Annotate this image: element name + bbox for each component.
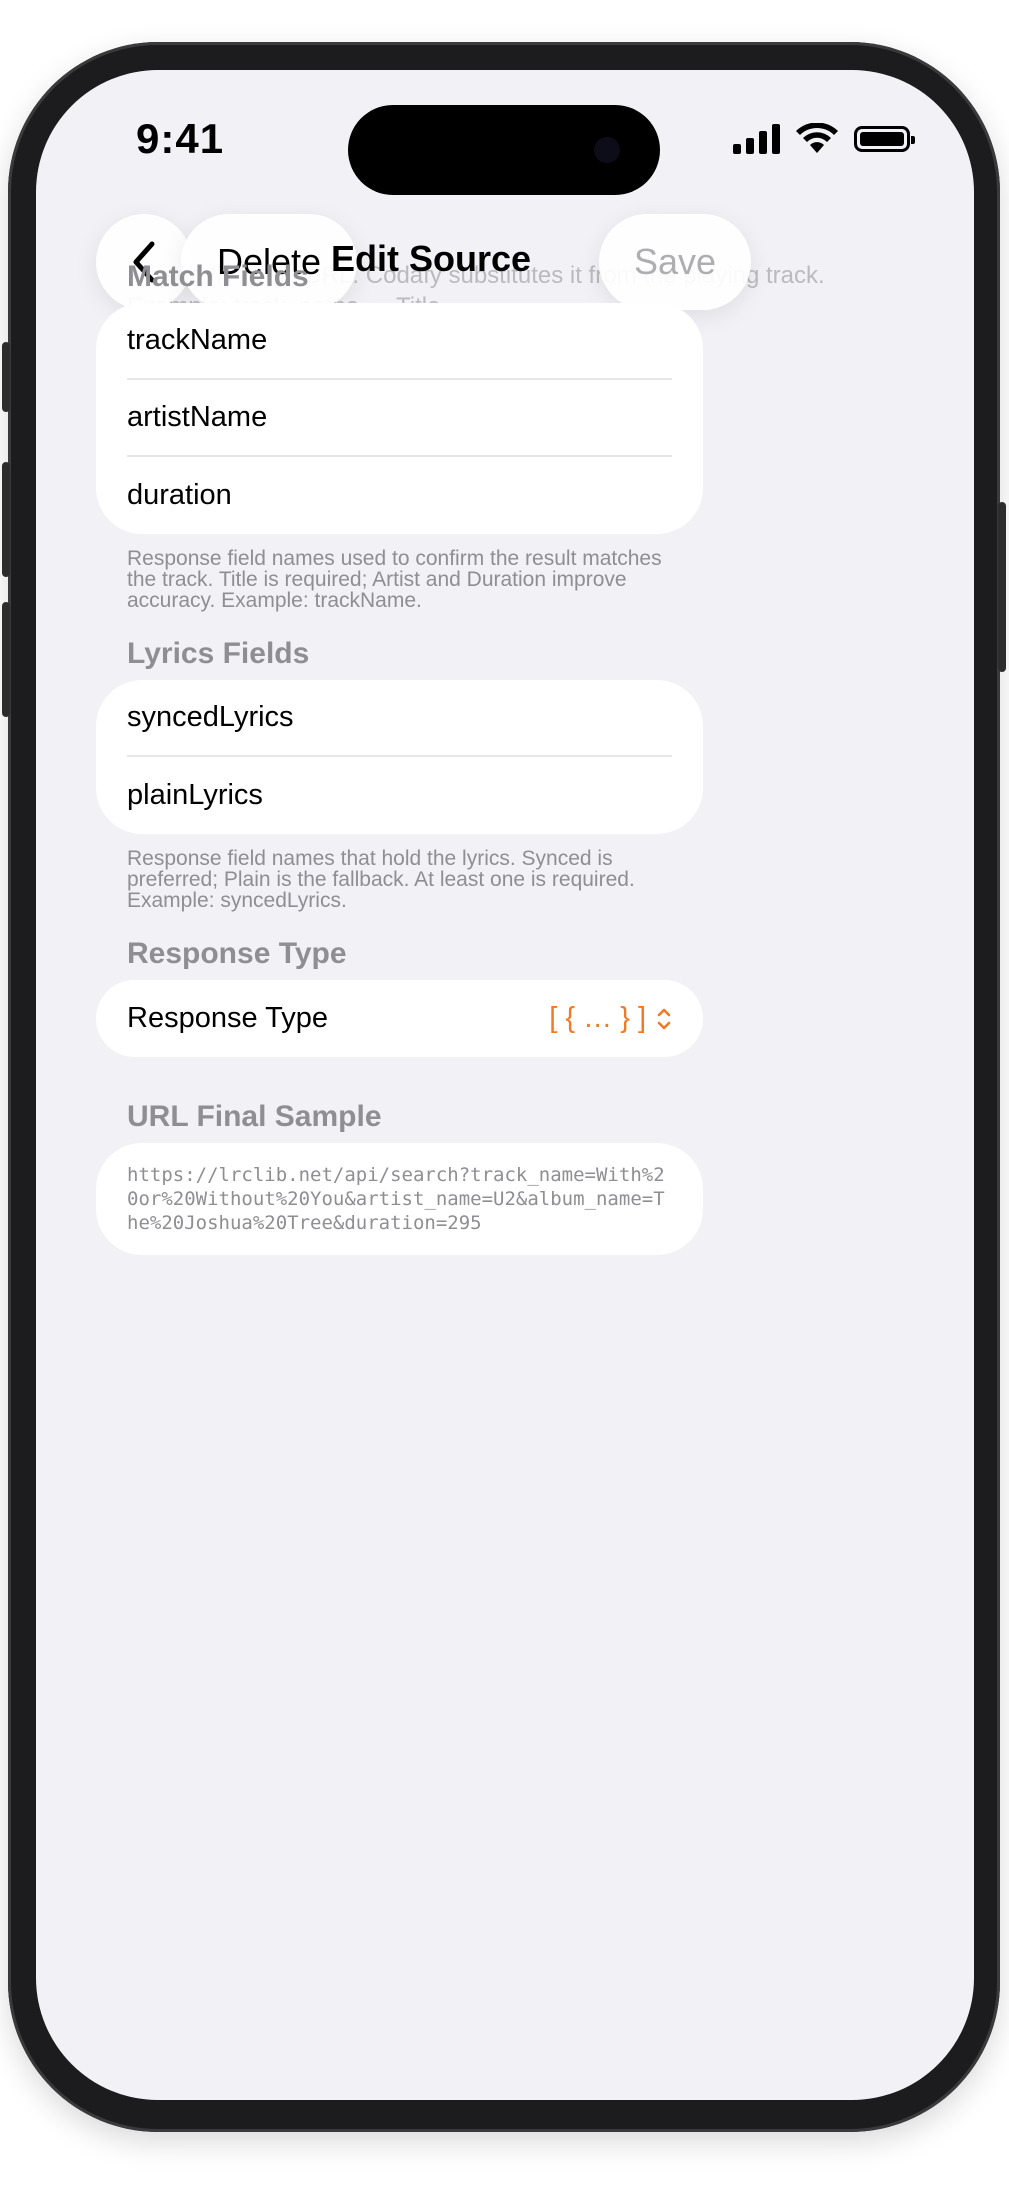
page-title: Edit Source — [331, 238, 532, 279]
cellular-signal-icon — [733, 124, 780, 154]
response-type-picker[interactable]: [ { … } ] — [549, 1002, 672, 1035]
lyrics-fields-footnote: Response field names that hold the lyric… — [127, 847, 635, 912]
lyrics-fields-card: syncedLyrics plainLyrics — [96, 680, 703, 834]
volume-down-button — [2, 602, 10, 717]
lyrics-field-synced[interactable]: syncedLyrics — [127, 680, 672, 757]
response-type-label: Response Type — [127, 1002, 328, 1034]
dynamic-island — [348, 105, 660, 195]
wifi-icon — [796, 123, 838, 153]
url-sample-card: https://lrclib.net/api/search?track_name… — [96, 1143, 703, 1255]
match-field-track-name[interactable]: trackName — [127, 303, 672, 380]
match-fields-footnote: Response field names used to confirm the… — [127, 547, 662, 612]
url-sample-header: URL Final Sample — [127, 1100, 382, 1133]
volume-up-button — [2, 462, 10, 577]
match-field-duration[interactable]: duration — [127, 457, 672, 534]
response-type-header: Response Type — [127, 937, 347, 970]
power-button — [998, 502, 1006, 672]
lyrics-field-plain[interactable]: plainLyrics — [127, 757, 672, 834]
chevron-up-down-icon — [657, 1008, 671, 1029]
response-type-row[interactable]: Response Type [ { … } ] — [127, 980, 672, 1057]
battery-icon — [854, 126, 915, 152]
match-fields-header: Match Fields — [127, 260, 309, 293]
url-sample-text: https://lrclib.net/api/search?track_name… — [127, 1164, 665, 1234]
response-type-card: Response Type [ { … } ] — [96, 980, 703, 1057]
response-type-value: [ { … } ] — [549, 1002, 646, 1034]
action-button — [2, 342, 10, 412]
match-fields-card: trackName artistName duration — [96, 303, 703, 534]
status-time: 9:41 — [136, 115, 225, 162]
status-icons — [733, 123, 915, 155]
screen: 9:41 …used fill in the URL. Codafy subst… — [36, 70, 974, 2100]
save-button[interactable]: Save — [599, 214, 751, 310]
lyrics-fields-header: Lyrics Fields — [127, 637, 310, 670]
match-field-artist-name[interactable]: artistName — [127, 380, 672, 457]
